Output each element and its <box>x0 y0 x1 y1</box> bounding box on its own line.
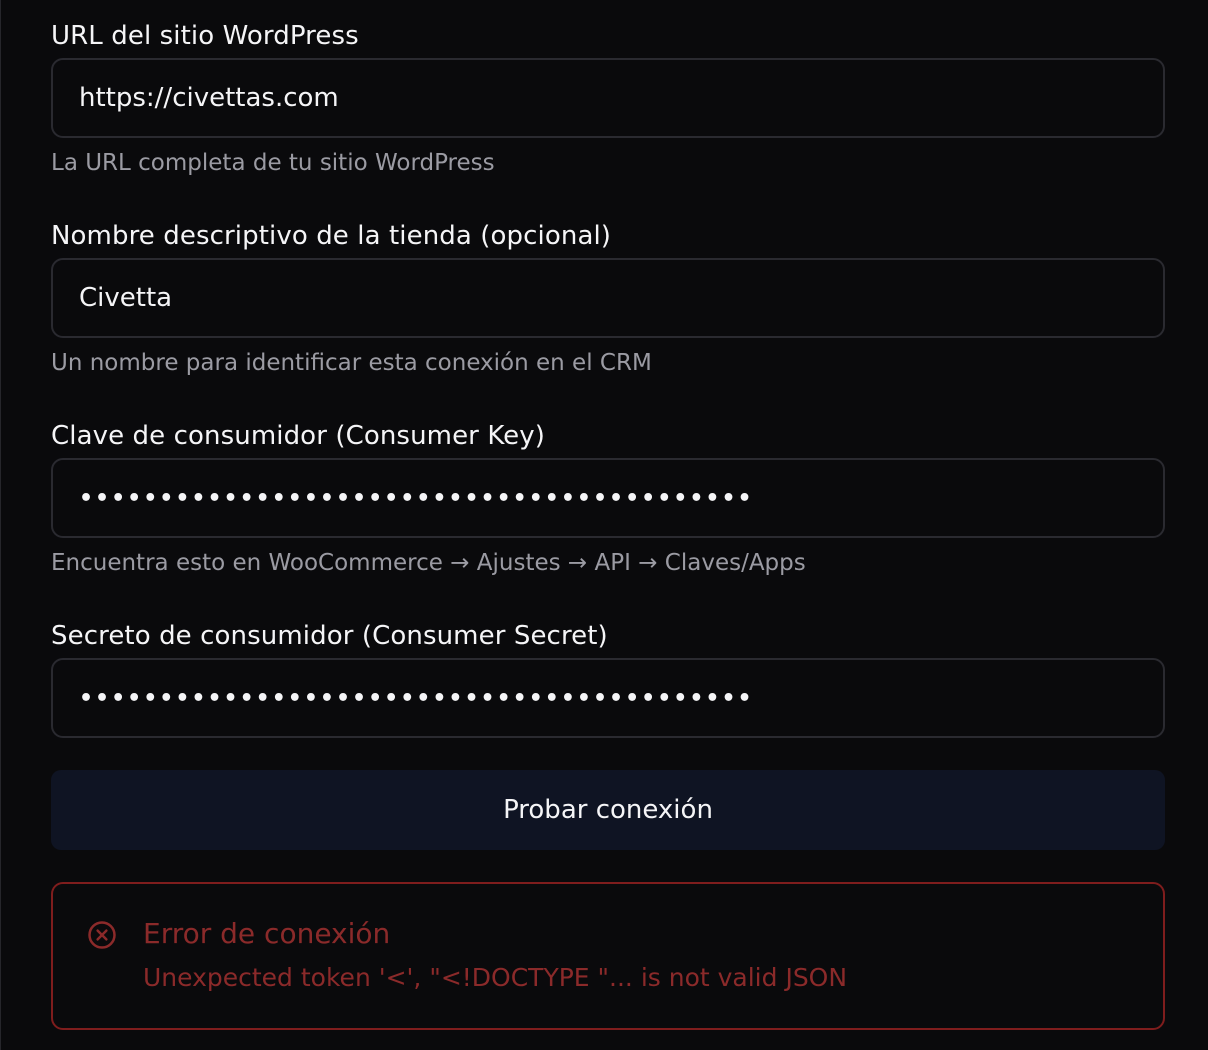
connection-error-alert: Error de conexión Unexpected token '<', … <box>51 882 1165 1030</box>
test-connection-button[interactable]: Probar conexión <box>51 770 1165 850</box>
url-input[interactable]: https://civettas.com <box>51 58 1165 138</box>
url-hint: La URL completa de tu sitio WordPress <box>51 150 495 176</box>
x-circle-icon <box>88 921 116 949</box>
store-name-hint: Un nombre para identificar esta conexión… <box>51 350 652 376</box>
consumer-secret-input[interactable]: ••••••••••••••••••••••••••••••••••••••••… <box>51 658 1165 738</box>
error-message: Unexpected token '<', "<!DOCTYPE "... is… <box>143 963 848 992</box>
error-title: Error de conexión <box>143 917 391 950</box>
store-name-input[interactable]: Civetta <box>51 258 1165 338</box>
consumer-key-input[interactable]: ••••••••••••••••••••••••••••••••••••••••… <box>51 458 1165 538</box>
consumer-key-hint: Encuentra esto en WooCommerce → Ajustes … <box>51 550 806 576</box>
url-label: URL del sitio WordPress <box>51 21 359 51</box>
consumer-secret-label: Secreto de consumidor (Consumer Secret) <box>51 621 608 651</box>
woocommerce-connection-form: URL del sitio WordPress https://civettas… <box>0 0 1208 1050</box>
store-name-label: Nombre descriptivo de la tienda (opciona… <box>51 221 612 251</box>
consumer-key-label: Clave de consumidor (Consumer Key) <box>51 421 546 451</box>
